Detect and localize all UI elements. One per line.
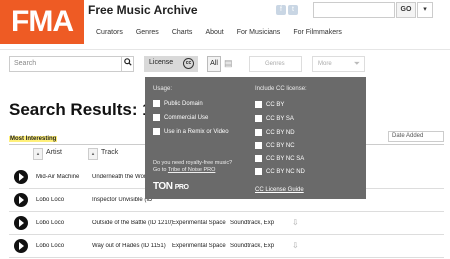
license-dropdown: Usage: Public Domain Commercial Use Use …	[145, 77, 366, 199]
ton-pro-logo[interactable]: TON PRO	[153, 181, 189, 192]
label-remix-video[interactable]: Use in a Remix or Video	[164, 129, 229, 135]
twitter-icon[interactable]: t	[288, 5, 298, 15]
label-cc-by-nc[interactable]: CC BY NC	[266, 143, 295, 149]
row-artist[interactable]: Lobo Loco	[36, 197, 86, 203]
row-album[interactable]: Experimental Space	[172, 243, 227, 249]
nav-for-musicians[interactable]: For Musicians	[237, 29, 294, 36]
row-track[interactable]: Outside of the Battle (ID 1210)	[92, 220, 172, 226]
row-artist[interactable]: Mid-Air Machine	[36, 174, 86, 180]
ton-logo-suffix: PRO	[174, 184, 189, 191]
table-row[interactable]: Lobo Loco Outside of the Battle (ID 1210…	[9, 212, 444, 235]
play-icon[interactable]	[14, 193, 28, 207]
all-filter-button[interactable]: All	[207, 56, 221, 72]
checkbox-cc-by[interactable]	[255, 101, 262, 108]
more-label: More	[318, 61, 332, 67]
nav-curators[interactable]: Curators	[96, 29, 136, 36]
column-track[interactable]: Track	[101, 149, 118, 161]
promo-line-2: Go to Tribe of Noise PRO	[153, 167, 232, 174]
search-input[interactable]: Search	[9, 56, 122, 72]
play-icon[interactable]	[14, 216, 28, 230]
cc-license-guide-link[interactable]: CC License Guide	[255, 187, 304, 193]
filter-icon: ⏷	[353, 59, 360, 68]
checkbox-cc-by-nc[interactable]	[255, 142, 262, 149]
column-artist[interactable]: Artist	[46, 149, 62, 161]
cc-heading: Include CC license:	[255, 86, 307, 92]
checkbox-remix-video[interactable]	[153, 128, 160, 135]
row-artist[interactable]: Lobo Loco	[36, 220, 86, 226]
sort-select[interactable]: Date Added	[388, 131, 444, 142]
sort-track-icon[interactable]: ▴	[88, 148, 98, 160]
download-icon[interactable]: ⇩	[292, 218, 299, 227]
label-cc-by-nc-nd[interactable]: CC BY NC ND	[266, 169, 305, 175]
label-cc-by-nd[interactable]: CC BY ND	[266, 130, 295, 136]
checkbox-cc-by-nc-sa[interactable]	[255, 155, 262, 162]
label-cc-by-sa[interactable]: CC BY SA	[266, 116, 294, 122]
row-album[interactable]: Experimental Space	[172, 220, 227, 226]
label-cc-by-nc-sa[interactable]: CC BY NC SA	[266, 156, 304, 162]
nav-charts[interactable]: Charts	[172, 29, 206, 36]
label-public-domain[interactable]: Public Domain	[164, 101, 203, 107]
main-nav: Curators Genres Charts About For Musicia…	[96, 29, 355, 36]
site-header: FMA Free Music Archive f t GO ▾ Curators…	[0, 0, 450, 50]
go-button[interactable]: GO	[396, 2, 416, 18]
nav-about[interactable]: About	[205, 29, 236, 36]
license-filter-button[interactable]: License cc	[144, 56, 198, 72]
sort-tab-most-interesting[interactable]: Most Interesting	[9, 136, 58, 142]
checkbox-cc-by-nd[interactable]	[255, 129, 262, 136]
promo-text: Do you need royalty-free music? Go to Tr…	[153, 160, 232, 174]
nav-for-filmmakers[interactable]: For Filmmakers	[293, 29, 355, 36]
search-icon[interactable]	[122, 56, 134, 72]
sort-artist-icon[interactable]: ▴	[33, 148, 43, 160]
fma-logo[interactable]: FMA	[0, 0, 84, 44]
header-search-input[interactable]	[313, 2, 395, 18]
play-icon[interactable]	[14, 239, 28, 253]
usage-heading: Usage:	[153, 86, 173, 92]
label-cc-by[interactable]: CC BY	[266, 102, 284, 108]
promo-line-1: Do you need royalty-free music?	[153, 160, 233, 166]
nav-genres[interactable]: Genres	[136, 29, 172, 36]
checkbox-commercial-use[interactable]	[153, 114, 160, 121]
play-icon[interactable]	[14, 170, 28, 184]
page-title: Search Results: 17	[9, 100, 162, 119]
license-label: License	[149, 59, 174, 66]
cc-icon: cc	[183, 58, 194, 69]
facebook-icon[interactable]: f	[276, 5, 286, 15]
site-title[interactable]: Free Music Archive	[88, 3, 198, 17]
row-artist[interactable]: Lobo Loco	[36, 243, 86, 249]
more-select[interactable]: More ⏷	[312, 56, 365, 72]
social-links: f t	[276, 5, 298, 15]
tribe-of-noise-link[interactable]: Tribe of Noise PRO	[168, 167, 215, 173]
download-icon[interactable]: ⇩	[292, 241, 299, 250]
row-track[interactable]: Way out of Hades (ID 1151)	[92, 243, 172, 249]
promo-prefix: Go to	[153, 167, 168, 173]
table-row[interactable]: Lobo Loco Way out of Hades (ID 1151) Exp…	[9, 235, 444, 258]
checkbox-cc-by-nc-nd[interactable]	[255, 168, 262, 175]
checkbox-cc-by-sa[interactable]	[255, 115, 262, 122]
label-commercial-use[interactable]: Commercial Use	[164, 115, 208, 121]
genres-select[interactable]: Genres	[249, 56, 302, 72]
chevron-down-icon[interactable]: ▾	[417, 2, 433, 18]
ton-logo-text: TON	[153, 181, 173, 192]
list-view-icon[interactable]: ▤	[224, 58, 234, 68]
row-genre[interactable]: Soundtrack, Exp	[230, 243, 274, 249]
checkbox-public-domain[interactable]	[153, 100, 160, 107]
row-genre[interactable]: Soundtrack, Exp	[230, 220, 274, 226]
